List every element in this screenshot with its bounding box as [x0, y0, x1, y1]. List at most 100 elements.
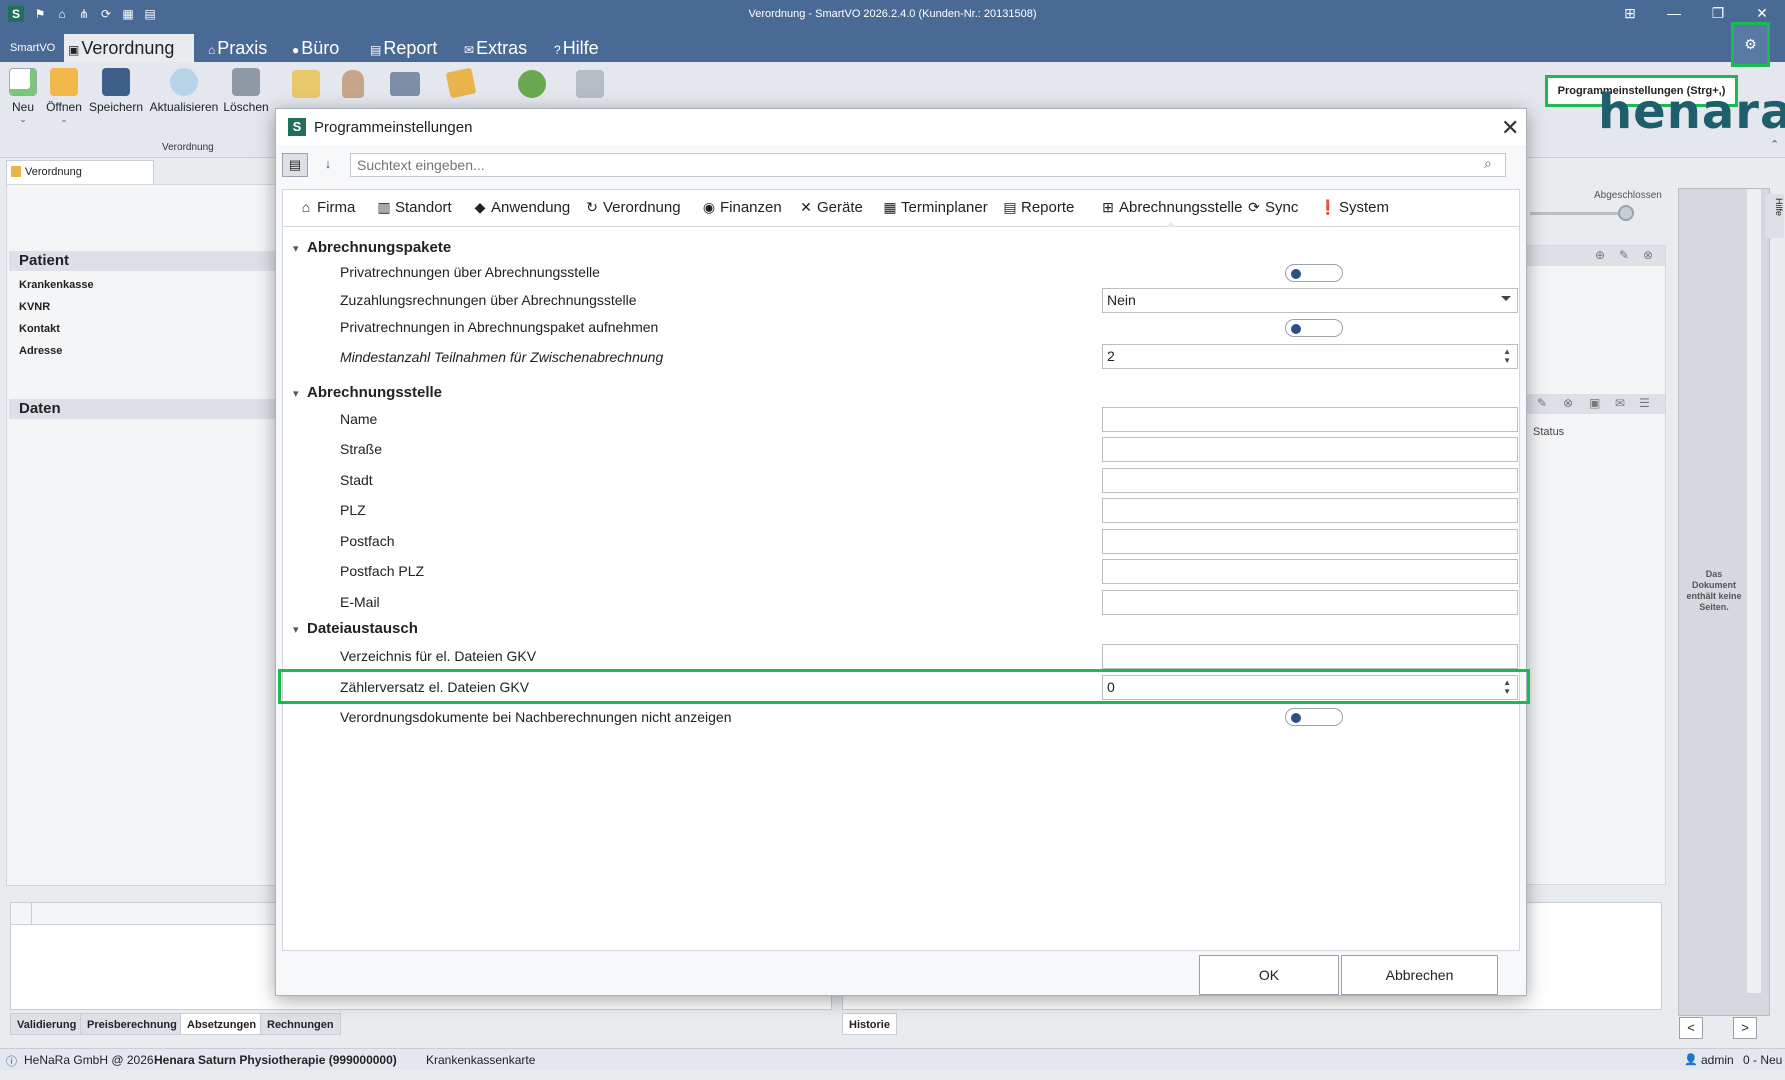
- ok-button[interactable]: OK: [1199, 955, 1339, 995]
- coins-icon[interactable]: [518, 70, 546, 98]
- minimize-button[interactable]: —: [1661, 5, 1687, 25]
- categorized-view-icon[interactable]: ▤: [282, 153, 308, 177]
- pdf-empty-message: Das Dokument enthält keine Seiten.: [1686, 569, 1742, 612]
- delete-button[interactable]: Löschen: [222, 68, 270, 114]
- chevron-down-icon: ▾: [293, 388, 299, 400]
- wizard-icon[interactable]: [292, 70, 320, 98]
- category-system[interactable]: ❗ System: [1319, 199, 1389, 216]
- input-stadt[interactable]: [1102, 468, 1518, 493]
- mail-icon[interactable]: ✉: [1615, 396, 1625, 410]
- tab-praxis[interactable]: ⌂ Praxis: [204, 34, 271, 62]
- category-firma[interactable]: ⌂ Firma: [297, 199, 356, 216]
- refresh-button[interactable]: Aktualisieren: [148, 68, 220, 114]
- note-icon[interactable]: [445, 67, 477, 99]
- app-menu-label[interactable]: SmartVO: [10, 42, 55, 54]
- category-verordnung[interactable]: ↻ Verordnung: [583, 199, 680, 216]
- group-dateiaustausch[interactable]: ▾ Dateiaustausch: [293, 620, 418, 637]
- edit-icon[interactable]: ✎: [1619, 248, 1629, 262]
- ribbon-collapse-icon[interactable]: ⌃: [1770, 138, 1779, 151]
- input-strasse[interactable]: [1102, 437, 1518, 462]
- doctor-icon[interactable]: [342, 70, 364, 98]
- help-side-tab[interactable]: Hilfe: [1766, 194, 1784, 238]
- category-abrechnungsstelle[interactable]: ⊞ Abrechnungsstelle: [1099, 199, 1242, 229]
- settings-button[interactable]: ⚙: [1731, 22, 1770, 67]
- spin-arrows-icon[interactable]: ▲ ▼: [1503, 678, 1511, 696]
- cancel-button[interactable]: Abbrechen: [1341, 955, 1498, 995]
- search-input[interactable]: [350, 153, 1506, 177]
- practice-name: Henara Saturn Physiotherapie (999000000): [154, 1053, 397, 1067]
- input-verzeichnis[interactable]: [1102, 644, 1518, 669]
- category-finanzen[interactable]: ◉ Finanzen: [700, 199, 782, 216]
- tab-report[interactable]: ▤ Report: [366, 34, 441, 62]
- user-icon: 👤: [1684, 1054, 1698, 1066]
- restore-button[interactable]: ❐: [1705, 5, 1731, 25]
- tab-preisberechnung[interactable]: Preisberechnung: [80, 1013, 184, 1035]
- save-icon: [102, 68, 130, 96]
- app-icon: S: [288, 118, 306, 136]
- close-icon[interactable]: ✕: [1501, 115, 1519, 141]
- input-name[interactable]: [1102, 407, 1518, 432]
- print-icon[interactable]: [390, 72, 420, 96]
- input-postfach-plz[interactable]: [1102, 559, 1518, 584]
- label-name: Name: [340, 411, 378, 427]
- category-geraete[interactable]: ✕ Geräte: [797, 199, 863, 216]
- open-button[interactable]: Öffnen ⌄: [44, 68, 84, 125]
- tab-hilfe[interactable]: ? Hilfe: [550, 34, 603, 62]
- tab-historie[interactable]: Historie: [842, 1013, 897, 1035]
- stepper-zaehlerversatz[interactable]: 0 ▲ ▼: [1102, 675, 1518, 700]
- new-button[interactable]: Neu ⌄: [8, 68, 38, 125]
- category-standort[interactable]: ▥ Standort: [375, 199, 451, 216]
- toggle-nachberechnungen[interactable]: [1285, 708, 1343, 726]
- input-postfach[interactable]: [1102, 529, 1518, 554]
- import-icon[interactable]: [576, 70, 604, 98]
- stepper-mindestanzahl[interactable]: 2 ▲ ▼: [1102, 344, 1518, 369]
- input-email[interactable]: [1102, 590, 1518, 615]
- toggle-privatrechnungen[interactable]: [1285, 264, 1343, 282]
- sort-az-icon[interactable]: ↓: [316, 153, 340, 177]
- group-abrechnungsstelle[interactable]: ▾ Abrechnungsstelle: [293, 384, 442, 401]
- save-button[interactable]: Speichern: [88, 68, 144, 114]
- tab-rechnungen[interactable]: Rechnungen: [260, 1013, 341, 1035]
- archive-icon[interactable]: ▣: [1589, 396, 1600, 410]
- home-icon: ⌂: [301, 199, 311, 215]
- property-grid: ▾ Abrechnungspakete Privatrechnungen über…: [282, 227, 1520, 951]
- tab-absetzungen[interactable]: Absetzungen: [180, 1013, 264, 1035]
- spin-arrows-icon[interactable]: ▲ ▼: [1503, 347, 1511, 365]
- layout-icon[interactable]: ⊞: [1617, 5, 1643, 25]
- window-title: Verordnung - SmartVO 2026.2.4.0 (Kunden-…: [748, 8, 1037, 20]
- edit-icon[interactable]: ✎: [1537, 396, 1547, 410]
- chevron-down-icon: ⌄: [19, 114, 27, 124]
- tab-buero[interactable]: ● Büro: [288, 34, 343, 62]
- category-reporte[interactable]: ▤ Reporte: [1001, 199, 1074, 216]
- search-icon: ⌕: [1484, 155, 1492, 171]
- list-icon[interactable]: ☰: [1639, 396, 1650, 410]
- pdf-scrollbar[interactable]: [1747, 189, 1761, 993]
- select-zuzahlungsrechnungen[interactable]: Nein: [1102, 288, 1518, 313]
- category-sync[interactable]: ⟳ Sync: [1245, 199, 1298, 216]
- bottom-tabs: Validierung Preisberechnung Absetzungen …: [10, 1013, 1770, 1035]
- tab-validierung[interactable]: Validierung: [10, 1013, 84, 1035]
- group-abrechnungspakete[interactable]: ▾ Abrechnungspakete: [293, 239, 451, 256]
- category-terminplaner[interactable]: ▦ Terminplaner: [881, 199, 987, 216]
- right-panel-toolbar-2: ✎ ⊗ ▣ ✉ ☰: [1527, 394, 1665, 414]
- document-tab-verordnung[interactable]: Verordnung: [6, 160, 154, 184]
- trash-icon: [232, 68, 260, 96]
- chevron-down-icon: ▾: [293, 243, 299, 255]
- sync-icon: ⟳: [1248, 199, 1260, 215]
- right-panel: ⊕ ✎ ⊗ ✎ ⊗ ▣ ✉ ☰ Status: [1526, 245, 1666, 885]
- info-icon: ⓘ: [6, 1056, 17, 1068]
- remove-icon[interactable]: ⊗: [1643, 248, 1653, 262]
- toggle-abrechnungspaket[interactable]: [1285, 319, 1343, 337]
- label-plz: PLZ: [340, 502, 366, 518]
- remove-icon[interactable]: ⊗: [1563, 396, 1573, 410]
- category-anwendung[interactable]: ◆ Anwendung: [471, 199, 571, 216]
- status-slider-end-knob: [1618, 205, 1634, 221]
- field-krankenkasse: Krankenkasse: [19, 279, 94, 291]
- tab-extras[interactable]: ✉ Extras: [460, 34, 531, 62]
- tab-verordnung[interactable]: ▣ Verordnung: [64, 34, 194, 62]
- add-icon[interactable]: ⊕: [1595, 248, 1605, 262]
- input-plz[interactable]: [1102, 498, 1518, 523]
- chevron-down-icon: ▾: [293, 624, 299, 636]
- warning-icon: ❗: [1319, 199, 1337, 215]
- tools-icon: ✕: [800, 199, 812, 215]
